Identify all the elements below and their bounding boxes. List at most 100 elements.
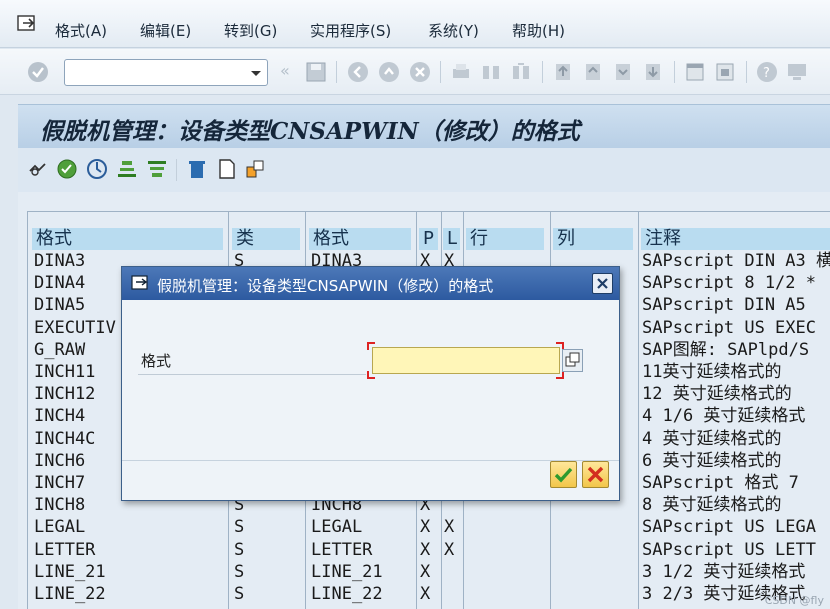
cell-format2: LINE_21 bbox=[311, 561, 383, 582]
cell-note: SAPscript DIN A5 bbox=[642, 295, 806, 316]
cancel-icon[interactable] bbox=[409, 61, 431, 83]
confirm-button[interactable] bbox=[550, 461, 577, 488]
cell-p: X bbox=[420, 561, 431, 582]
column-header-l[interactable]: L bbox=[443, 228, 460, 250]
print-icon[interactable] bbox=[450, 61, 472, 83]
close-button[interactable] bbox=[592, 273, 613, 294]
menu-format[interactable]: 格式(A) bbox=[55, 20, 107, 41]
cell-note: 11英寸延续格式的 bbox=[642, 362, 782, 382]
cell-class: S bbox=[234, 561, 245, 582]
previous-page-icon[interactable] bbox=[582, 61, 604, 83]
window-icon bbox=[131, 275, 148, 290]
back-icon[interactable] bbox=[347, 61, 369, 83]
sort-ascending-icon[interactable] bbox=[116, 158, 138, 180]
cell-note: 6 英寸延续格式的 bbox=[642, 450, 782, 471]
system-menu-icon[interactable] bbox=[17, 15, 39, 33]
cell-class: S bbox=[234, 539, 245, 560]
display-change-icon[interactable] bbox=[27, 158, 49, 180]
application-toolbar bbox=[18, 148, 830, 192]
cell-l: X bbox=[444, 539, 455, 560]
exit-icon[interactable] bbox=[378, 61, 400, 83]
cell-format: LEGAL bbox=[34, 517, 86, 538]
cell-p: X bbox=[420, 539, 431, 560]
cell-format: LINE_21 bbox=[34, 561, 106, 582]
cell-format: LETTER bbox=[34, 539, 96, 560]
value-help-icon bbox=[565, 352, 580, 367]
column-header-p[interactable]: P bbox=[419, 228, 438, 250]
value-help-button[interactable] bbox=[562, 349, 583, 372]
cell-note: SAPscript US LETT bbox=[642, 539, 816, 560]
dialog-title-bar[interactable]: 假脱机管理：设备类型CNSAPWIN（修改）的格式 bbox=[122, 267, 619, 300]
menu-edit[interactable]: 编辑(E) bbox=[140, 20, 191, 41]
sort-descending-icon[interactable] bbox=[146, 158, 168, 180]
table-row[interactable]: LEGAL S LEGAL X X SAPscript US LEGA bbox=[28, 516, 830, 538]
cell-note: SAP图解: SAPlpd/S bbox=[642, 339, 810, 360]
menu-utilities[interactable]: 实用程序(S) bbox=[310, 20, 391, 41]
cell-class: S bbox=[234, 517, 245, 538]
column-header-format[interactable]: 格式 bbox=[32, 228, 223, 250]
label-underline bbox=[138, 374, 366, 375]
page-title: 假脱机管理：设备类型CNSAPWIN（修改）的格式 bbox=[40, 118, 580, 145]
table-row[interactable]: LETTER S LETTER X X SAPscript US LETT bbox=[28, 539, 830, 561]
menu-bar: 格式(A) 编辑(E) 转到(G) 实用程序(S) 系统(Y) 帮助(H) bbox=[0, 0, 830, 48]
find-icon[interactable] bbox=[480, 61, 502, 83]
cell-l: X bbox=[444, 517, 455, 538]
command-field[interactable] bbox=[64, 59, 268, 86]
cell-format2: LINE_22 bbox=[311, 584, 383, 604]
column-header-class[interactable]: 类 bbox=[232, 228, 300, 250]
menu-system[interactable]: 系统(Y) bbox=[428, 20, 479, 41]
column-header-format2[interactable]: 格式 bbox=[309, 228, 411, 250]
delete-icon[interactable] bbox=[186, 158, 208, 180]
cell-note: SAPscript DIN A3 横向 bbox=[642, 251, 830, 271]
toolbar-separator bbox=[176, 159, 177, 181]
cancel-button[interactable] bbox=[582, 461, 609, 488]
toolbar-separator bbox=[336, 61, 337, 83]
new-session-icon[interactable] bbox=[684, 61, 706, 83]
shortcut-icon[interactable] bbox=[714, 61, 736, 83]
toolbar-separator bbox=[746, 61, 747, 83]
close-icon bbox=[597, 278, 608, 289]
cell-note: 4 英寸延续格式的 bbox=[642, 428, 782, 449]
cell-class: S bbox=[234, 584, 245, 604]
format-field-label: 格式 bbox=[141, 352, 172, 370]
cell-note: SAPscript US EXEC bbox=[642, 317, 816, 338]
toolbar-separator bbox=[542, 61, 543, 83]
screen-title-bar: 假脱机管理：设备类型CNSAPWIN（修改）的格式 bbox=[18, 104, 830, 148]
svg-text:?: ? bbox=[763, 66, 770, 81]
toolbar-separator bbox=[674, 61, 675, 83]
menu-goto[interactable]: 转到(G) bbox=[224, 20, 277, 41]
format-input[interactable] bbox=[372, 347, 560, 374]
format-dialog: 假脱机管理：设备类型CNSAPWIN（修改）的格式 格式 bbox=[121, 266, 620, 501]
find-next-icon[interactable] bbox=[510, 61, 532, 83]
layout-icon[interactable] bbox=[786, 61, 808, 83]
activate-icon[interactable] bbox=[86, 158, 108, 180]
column-header-rows[interactable]: 行 bbox=[466, 228, 544, 250]
cell-p: X bbox=[420, 584, 431, 604]
column-header-cols[interactable]: 列 bbox=[553, 228, 633, 250]
menu-help[interactable]: 帮助(H) bbox=[512, 20, 565, 41]
table-row[interactable]: LINE_22 S LINE_22 X 3 2/3 英寸延续格式 bbox=[28, 583, 830, 605]
checkmark-icon bbox=[554, 467, 573, 483]
table-row[interactable]: LINE_21 S LINE_21 X 3 1/2 英寸延续格式 bbox=[28, 561, 830, 583]
last-page-icon[interactable] bbox=[642, 61, 664, 83]
save-icon[interactable] bbox=[305, 61, 327, 83]
cell-note: SAPscript US LEGA bbox=[642, 517, 816, 538]
cell-format2: LETTER bbox=[311, 539, 373, 560]
cell-format: LINE_22 bbox=[34, 584, 106, 604]
sap-window: 格式(A) 编辑(E) 转到(G) 实用程序(S) 系统(Y) 帮助(H) « bbox=[0, 0, 830, 609]
check-icon[interactable] bbox=[56, 158, 78, 180]
cell-note: 4 1/6 英寸延续格式 bbox=[642, 406, 806, 427]
watermark: CSDN @fly bbox=[764, 594, 824, 607]
enter-icon[interactable] bbox=[27, 61, 49, 83]
help-icon[interactable]: ? bbox=[756, 61, 778, 83]
dialog-title: 假脱机管理：设备类型CNSAPWIN（修改）的格式 bbox=[157, 277, 494, 295]
cell-p: X bbox=[420, 517, 431, 538]
column-header-note[interactable]: 注释 bbox=[641, 228, 830, 250]
next-page-icon[interactable] bbox=[612, 61, 634, 83]
first-page-icon[interactable] bbox=[552, 61, 574, 83]
create-icon[interactable] bbox=[216, 158, 238, 180]
cell-format2: LEGAL bbox=[311, 517, 363, 538]
chevron-down-icon[interactable] bbox=[249, 66, 263, 80]
cell-note: 12 英寸延续格式的 bbox=[642, 384, 792, 405]
copy-icon[interactable] bbox=[244, 158, 266, 180]
